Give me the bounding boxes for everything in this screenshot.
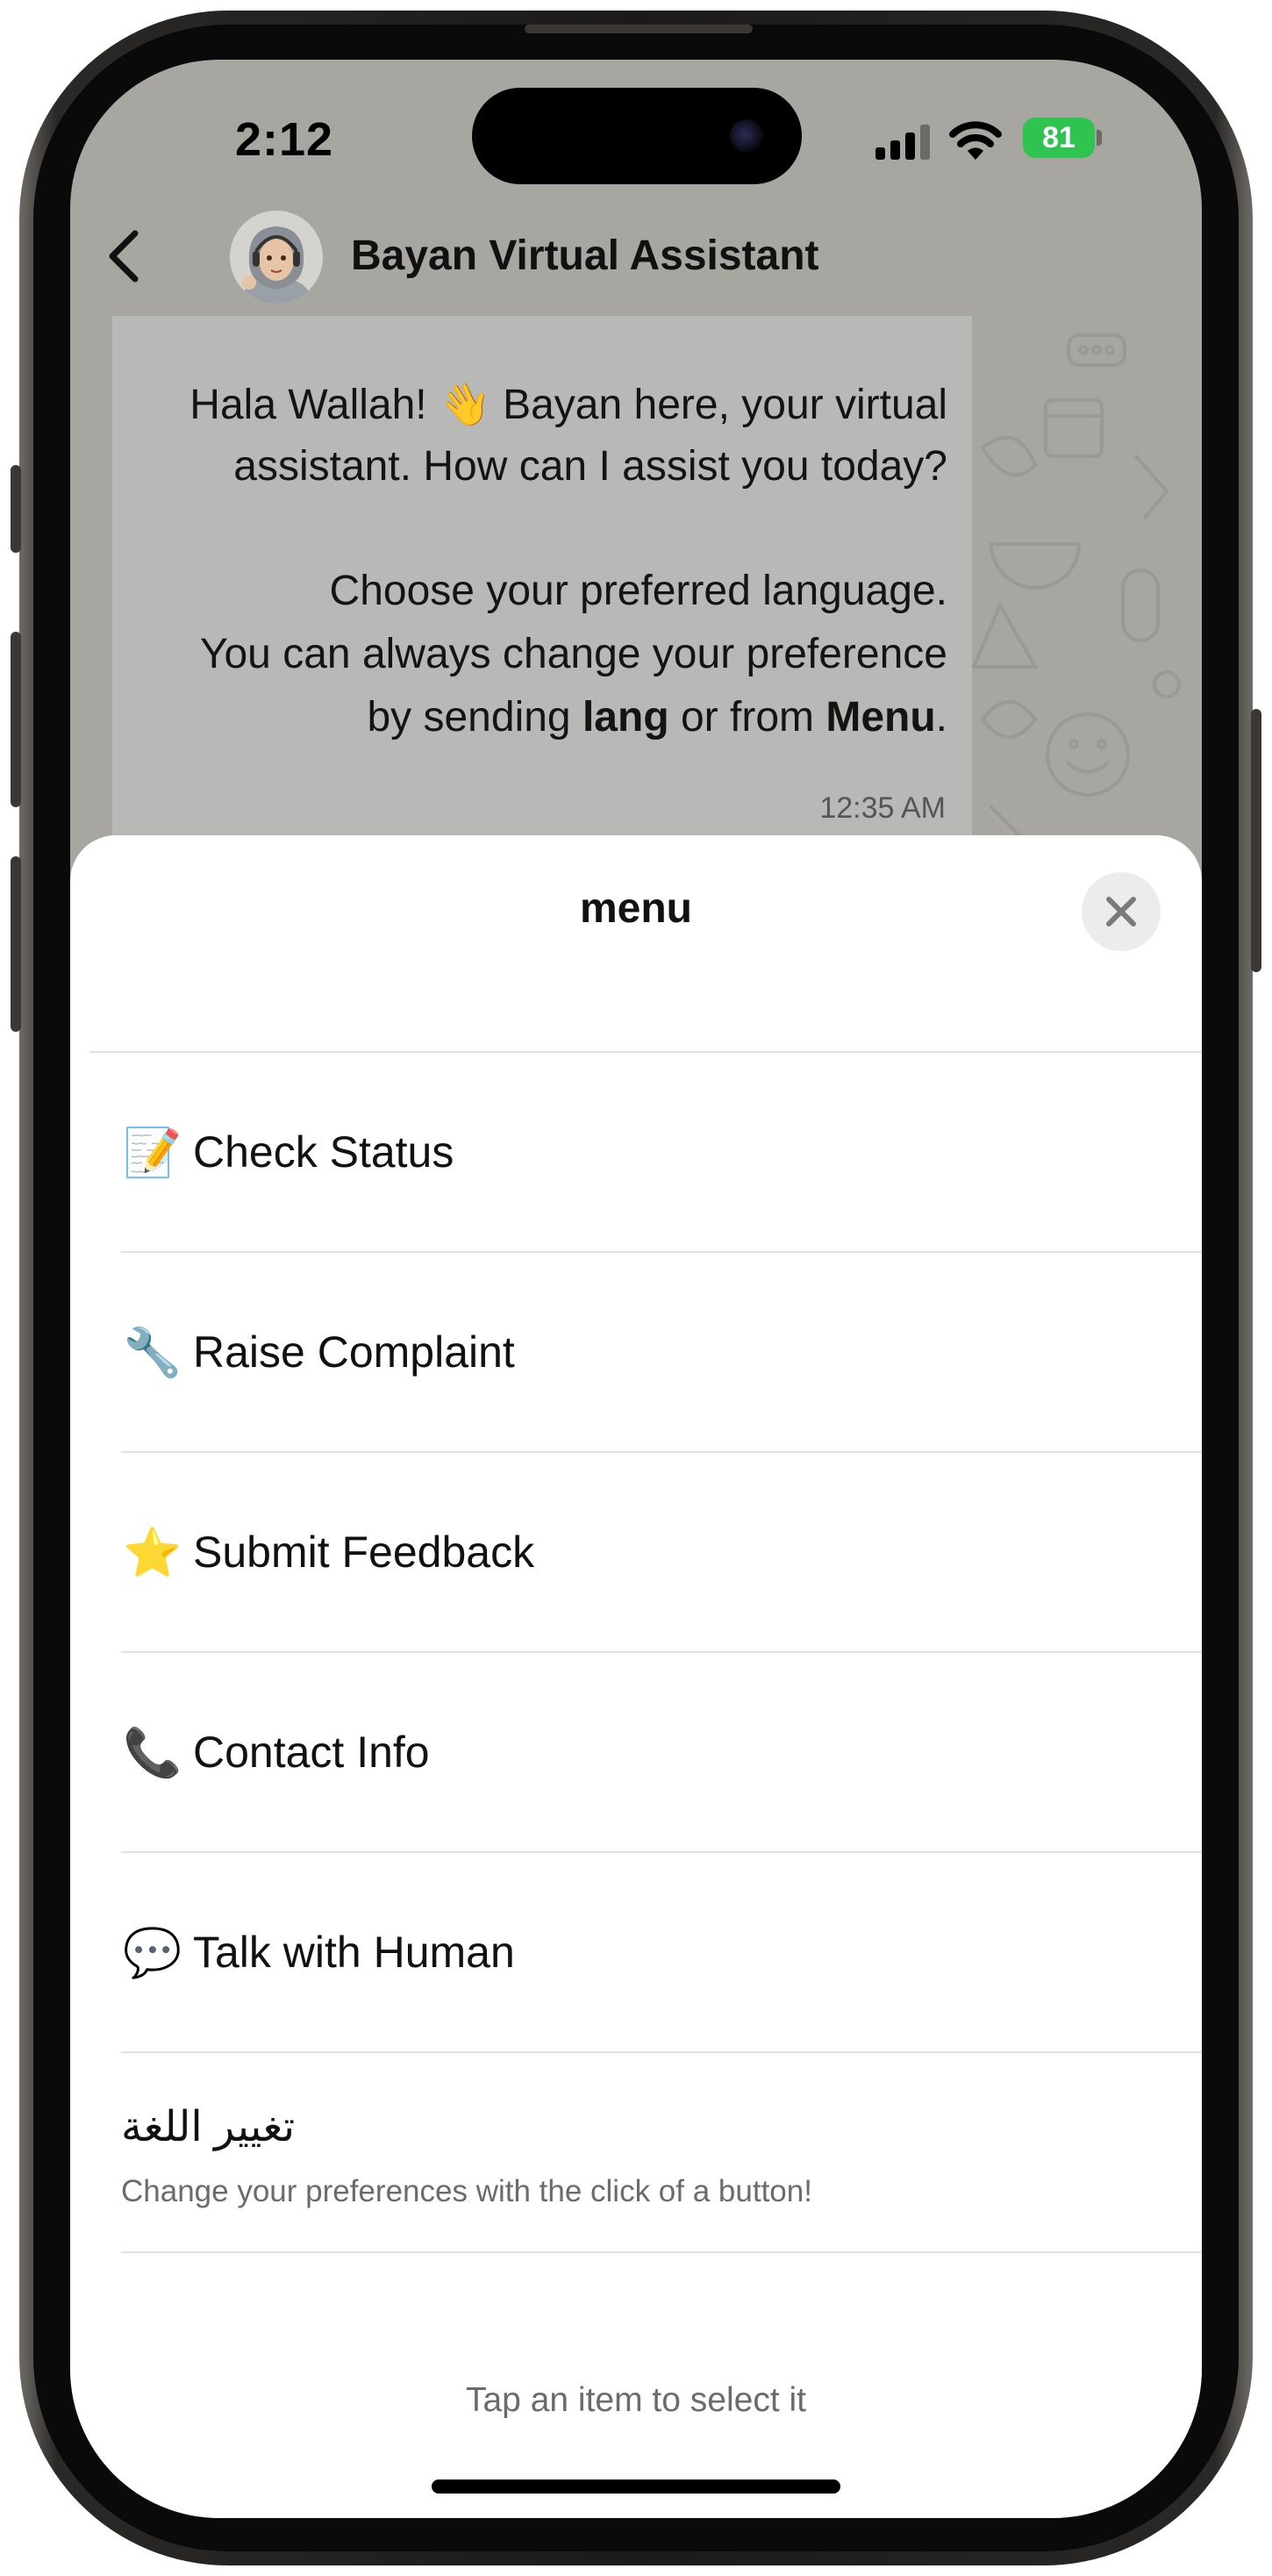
menu-sheet: menu 📝 Check Status 🔧 Raise Complaint ⭐ …: [70, 835, 1202, 2518]
volume-up-button: [11, 632, 21, 807]
message-line: by sending lang or from Menu.: [367, 693, 947, 741]
message-line: Hala Wallah! 👋 Bayan here, your virtual: [189, 382, 947, 428]
menu-item-change-language[interactable]: تغيير اللغة Change your preferences with…: [70, 2053, 1202, 2253]
message-line: assistant. How can I assist you today?: [233, 443, 947, 490]
power-button: [1251, 709, 1261, 972]
menu-item-submit-feedback[interactable]: ⭐ Submit Feedback: [70, 1453, 1202, 1653]
lang-keyword: lang: [582, 694, 669, 741]
menu-item-raise-complaint[interactable]: 🔧 Raise Complaint: [70, 1253, 1202, 1453]
speech-bubble-icon: 💬: [123, 1927, 182, 1979]
action-button: [11, 465, 21, 553]
battery-tip: [1097, 130, 1102, 146]
chat-title[interactable]: Bayan Virtual Assistant: [351, 232, 819, 280]
wrench-icon: 🔧: [123, 1327, 182, 1379]
menu-item-contact-info[interactable]: 📞 Contact Info: [70, 1653, 1202, 1853]
close-button[interactable]: [1082, 872, 1161, 951]
menu-item-check-status[interactable]: 📝 Check Status: [70, 1053, 1202, 1253]
home-indicator[interactable]: [432, 2479, 840, 2494]
menu-item-label: Submit Feedback: [193, 1528, 535, 1577]
message-text: by sending: [367, 694, 582, 741]
menu-item-label: Contact Info: [193, 1728, 430, 1777]
message-timestamp: 12:35 AM: [819, 791, 946, 825]
phone-icon: 📞: [123, 1727, 182, 1779]
menu-item-label: Talk with Human: [193, 1928, 515, 1977]
message-bubble[interactable]: Hala Wallah! 👋 Bayan here, your virtual …: [112, 316, 972, 877]
signal-icon: [875, 125, 930, 160]
battery-icon: 81: [1023, 118, 1102, 158]
phone-screen: 2:12 81 Bayan Virtual Assistant Hala Wal…: [70, 60, 1202, 2518]
front-camera: [730, 119, 763, 153]
row-divider: [121, 2251, 1202, 2253]
message-line: You can always change your preference: [199, 631, 947, 677]
close-icon: [1106, 897, 1136, 927]
menu-item-description: Change your preferences with the click o…: [121, 2174, 812, 2208]
menu-keyword: Menu: [825, 694, 936, 741]
message-text: .: [935, 694, 947, 741]
earpiece: [525, 25, 753, 33]
hijab-avatar-icon: [242, 226, 310, 304]
chevron-left-icon[interactable]: [98, 228, 151, 284]
wifi-icon: [949, 121, 1002, 160]
sheet-footer-hint: Tap an item to select it: [465, 2381, 807, 2419]
menu-item-label: Check Status: [193, 1127, 454, 1177]
menu-item-label: تغيير اللغة: [121, 2104, 296, 2150]
volume-down-button: [11, 856, 21, 1032]
sheet-title: menu: [579, 885, 692, 932]
memo-icon: 📝: [123, 1127, 182, 1179]
assistant-avatar[interactable]: [230, 211, 323, 304]
battery-level: 81: [1023, 118, 1095, 158]
status-time: 2:12: [235, 113, 334, 166]
message-text: or from: [668, 694, 826, 741]
menu-item-talk-with-human[interactable]: 💬 Talk with Human: [70, 1853, 1202, 2053]
message-line: Choose your preferred language.: [329, 568, 947, 614]
star-icon: ⭐: [123, 1527, 182, 1579]
menu-item-label: Raise Complaint: [193, 1327, 515, 1377]
dynamic-island: [472, 88, 802, 184]
